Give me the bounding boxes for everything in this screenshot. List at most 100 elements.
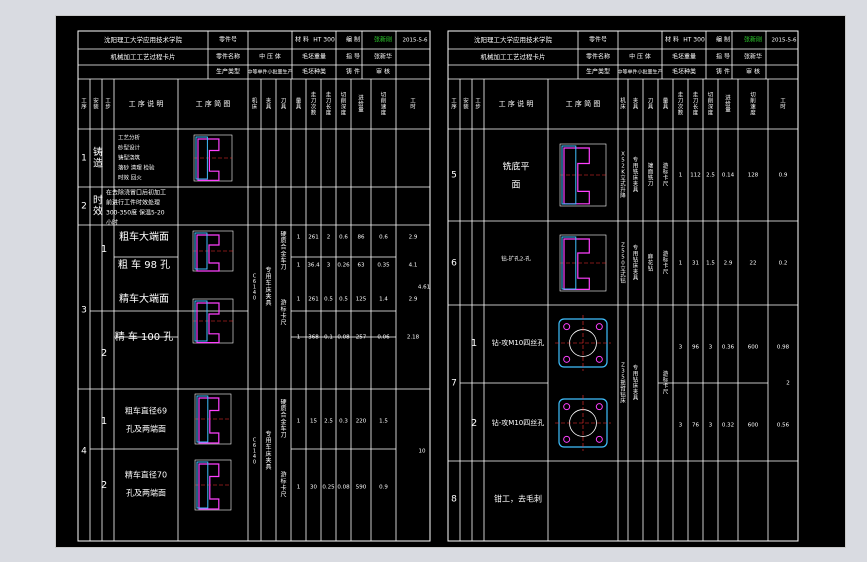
machine-text: Z550立式钻: [620, 242, 626, 284]
value-cell: 3: [679, 345, 683, 351]
operation-name: 铸造: [93, 146, 103, 170]
vertical-glyph: 度: [750, 109, 756, 117]
gauge-text: 游标卡尺: [663, 161, 669, 187]
header-part-name-label: 零件名称: [586, 53, 610, 61]
bolt-hole: [563, 355, 571, 363]
header-company: 沈阳理工大学应用技术学院: [474, 35, 553, 44]
vertical-glyph: 卡: [663, 382, 669, 390]
vertical-glyph: 刀: [648, 97, 654, 104]
value-cell: 600: [748, 423, 759, 429]
vertical-glyph: 安: [93, 96, 99, 104]
process-card-drawing: 沈阳理工大学应用技术学院机械加工工艺过程卡片 零件号 材 料 HT 300 编 制 张新刚…: [77, 30, 799, 542]
vertical-glyph: 装: [93, 103, 99, 111]
value-cell: 0.56: [777, 423, 790, 429]
time-cell: 2: [786, 381, 790, 387]
vertical-glyph: 尺: [280, 319, 286, 326]
value-cell: 257: [356, 335, 367, 341]
vertical-glyph: 床: [633, 262, 639, 270]
bolt-hole: [595, 435, 603, 443]
column-header: 切削深度: [341, 91, 347, 116]
vertical-glyph: 走: [693, 90, 699, 98]
header-part-no-label: 零件号: [589, 36, 607, 44]
vertical-glyph: 0: [253, 296, 256, 302]
value-cell: 3: [709, 345, 713, 351]
header-drawn: 张新刚: [744, 36, 762, 44]
column-header: 走刀次数: [311, 90, 317, 116]
operation-desc: 钳工，去毛刺: [494, 494, 542, 504]
operation-desc: 铸型浇筑: [118, 154, 141, 162]
value-cell: 112: [690, 173, 701, 179]
vertical-glyph: 钻: [633, 255, 639, 263]
header-company: 沈阳理工大学应用技术学院: [104, 35, 183, 44]
bolt-hole: [563, 435, 571, 443]
time-cell: 10: [419, 449, 426, 455]
vertical-glyph: 具: [648, 104, 654, 111]
vertical-glyph: 用: [633, 370, 639, 377]
part-sketch: [192, 230, 234, 272]
part-profile: [563, 147, 590, 205]
vertical-glyph: 具: [265, 300, 271, 307]
vertical-glyph: 装: [463, 103, 469, 111]
column-header: 夹具: [266, 96, 272, 110]
value-cell: 0.9: [779, 173, 788, 179]
vertical-glyph: 立: [620, 174, 626, 182]
value-cell: 0.35: [377, 263, 390, 269]
part-sketch: [559, 143, 607, 207]
vertical-glyph: 切: [708, 91, 714, 98]
header-blank-type-label: 毛坯种类: [672, 68, 696, 76]
vertical-glyph: 效: [93, 205, 103, 218]
vertical-glyph: 专: [633, 243, 639, 251]
value-cell: 2.5: [706, 173, 715, 179]
vertical-glyph: 具: [633, 104, 639, 111]
header-check-label: 审 核: [746, 68, 760, 76]
part-sketch: [192, 298, 234, 344]
header-blank-weight-label: 毛坯重量: [672, 53, 696, 61]
operation-desc: 300-350度 保温5-20: [106, 209, 165, 217]
value-cell: 0.14: [722, 173, 735, 179]
operation-no: 7: [451, 379, 457, 389]
flange-sketch: [555, 315, 611, 371]
vertical-glyph: 床: [620, 397, 626, 405]
value-cell: 15: [310, 419, 317, 425]
value-cell: 1: [297, 419, 301, 425]
vertical-glyph: 花: [648, 259, 654, 267]
step-no: 1: [101, 244, 107, 255]
tool-text: 端面铣刀: [648, 161, 654, 187]
fixture-text: 专用钻床夹具: [633, 363, 639, 401]
column-header: 走刀长度: [326, 90, 332, 116]
step-desc: 粗车直径69: [125, 406, 167, 416]
part-profile: [563, 238, 590, 290]
vertical-glyph: 游: [663, 161, 669, 169]
value-cell: 0.9: [379, 485, 388, 491]
vertical-glyph: 具: [266, 104, 272, 111]
vertical-glyph: 专: [633, 363, 639, 371]
gauge-text: 游标卡尺: [280, 299, 286, 327]
vertical-glyph: 升: [620, 186, 626, 194]
header-check-label: 审 核: [376, 68, 390, 76]
vertical-glyph: 式: [620, 180, 626, 188]
vertical-glyph: 具: [633, 187, 639, 194]
value-cell: 0.2: [779, 261, 788, 267]
vertical-glyph: 铣: [633, 167, 639, 175]
vertical-glyph: 标: [663, 167, 669, 175]
header-type-label: 生产类型: [216, 68, 240, 76]
drawing-sheet[interactable]: 沈阳理工大学应用技术学院 机械加工工艺过程卡片 零件号 材 料 HT 300 编 制 张新刚…: [55, 15, 846, 548]
column-header: 安装: [463, 96, 469, 110]
header-blank-weight-label: 毛坯重量: [302, 53, 326, 61]
vertical-glyph: 速: [750, 104, 756, 111]
column-header: 工 序 说 明: [499, 99, 534, 108]
vertical-glyph: 工: [81, 97, 87, 104]
value-cell: 1: [297, 263, 301, 269]
vertical-glyph: 摇: [620, 379, 626, 387]
vertical-glyph: 刀: [280, 432, 286, 439]
bolt-hole: [595, 403, 603, 411]
vertical-glyph: 速: [381, 104, 387, 111]
value-cell: 3: [679, 423, 683, 429]
vertical-glyph: 削: [341, 96, 347, 104]
vertical-glyph: 次: [678, 103, 684, 111]
value-cell: 30: [310, 485, 317, 491]
operation-desc: 工艺分析: [118, 134, 141, 142]
operation-desc: 砂型设计: [118, 144, 141, 152]
header-type-label: 生产类型: [586, 68, 610, 76]
vertical-glyph: 深: [341, 103, 347, 111]
